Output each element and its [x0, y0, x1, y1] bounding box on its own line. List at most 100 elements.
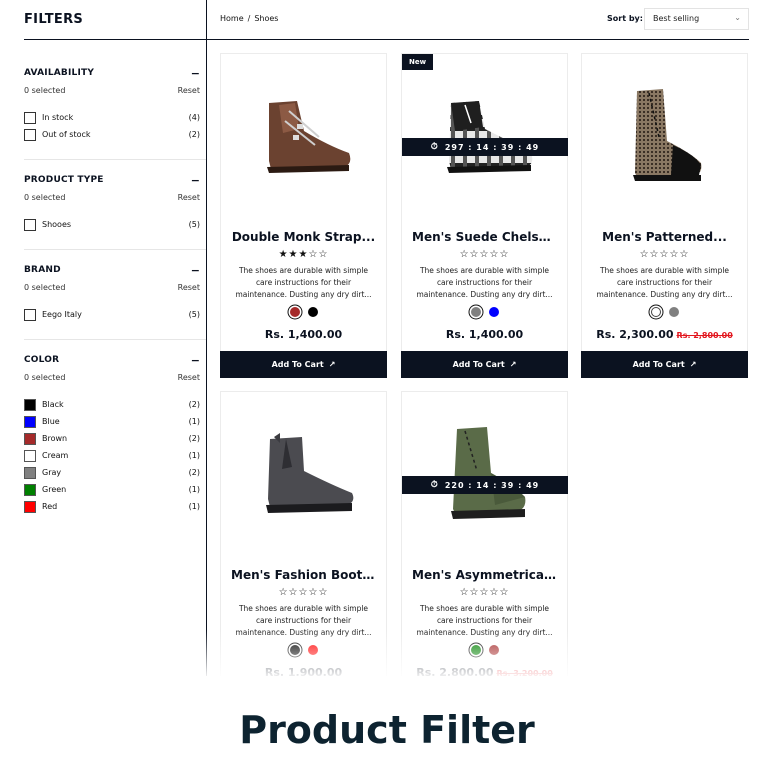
add-to-cart-button[interactable]: Add To Cart ↗ — [581, 351, 748, 378]
breadcrumb-home[interactable]: Home — [220, 14, 244, 23]
collapse-minus-icon[interactable]: − — [191, 265, 200, 276]
checkbox[interactable] — [24, 218, 36, 231]
product-image[interactable] — [221, 392, 386, 560]
stopwatch-icon: ⏱ — [430, 142, 439, 152]
collapse-minus-icon[interactable]: − — [191, 355, 200, 366]
section-divider — [24, 249, 206, 250]
color-variant-swatch[interactable] — [668, 307, 679, 317]
color-swatch[interactable] — [24, 398, 36, 411]
color-swatch[interactable] — [24, 415, 36, 428]
option-label: In stock — [42, 113, 74, 122]
chevron-down-icon: ⌄ — [734, 13, 741, 22]
color-swatch[interactable] — [24, 500, 36, 513]
selected-count: 0 selected — [24, 373, 66, 382]
option-count: (4) — [188, 113, 200, 122]
add-to-cart-button[interactable]: Add To Cart ↗ — [401, 351, 568, 378]
timer-value: 220 : 14 : 39 : 49 — [444, 480, 540, 490]
product-card[interactable]: Men's Patterned... ☆☆☆☆☆ The shoes are dur… — [581, 53, 748, 378]
collapse-minus-icon[interactable]: − — [191, 175, 200, 186]
reset-link[interactable]: Reset — [178, 86, 200, 95]
header-divider — [207, 39, 749, 40]
color-swatch[interactable] — [24, 483, 36, 496]
star-rating: ☆☆☆☆☆ — [459, 587, 510, 598]
checkbox[interactable] — [24, 308, 36, 321]
filters-divider — [24, 39, 206, 40]
option-count: (1) — [188, 502, 200, 511]
filter-option-out-of-stock[interactable]: Out of stock (2) — [24, 126, 200, 143]
color-swatch[interactable] — [24, 466, 36, 479]
filter-option-red[interactable]: Red (1) — [24, 498, 200, 515]
bottom-fade — [0, 630, 774, 676]
filter-option-gray[interactable]: Gray (2) — [24, 464, 200, 481]
option-label: Blue — [42, 417, 60, 426]
product-name[interactable]: Men's Fashion Boots i... — [221, 568, 386, 582]
price: Rs. 1,400.00 — [221, 328, 386, 341]
checkbox[interactable] — [24, 128, 36, 141]
option-label: Gray — [42, 468, 62, 477]
star-rating: ☆☆☆☆☆ — [639, 249, 690, 260]
product-description: The shoes are durable with simple care i… — [235, 266, 372, 299]
option-count: (2) — [188, 400, 200, 409]
filter-option-brown[interactable]: Brown (2) — [24, 430, 200, 447]
option-label: Green — [42, 485, 67, 494]
selected-count: 0 selected — [24, 86, 66, 95]
option-label: Eego Italy — [42, 310, 82, 319]
section-title: BRAND — [24, 265, 61, 275]
filter-section-availability: AVAILABILITY − 0 selected Reset In stock… — [24, 66, 200, 143]
product-image[interactable] — [221, 54, 386, 222]
star-rating: ☆☆☆☆☆ — [278, 587, 329, 598]
color-variants — [221, 307, 386, 317]
filter-option-in-stock[interactable]: In stock (4) — [24, 109, 200, 126]
countdown-timer: ⏱ 297 : 14 : 39 : 49 — [402, 138, 568, 156]
color-variant-swatch[interactable] — [307, 307, 318, 317]
option-label: Black — [42, 400, 64, 409]
add-to-cart-label: Add To Cart — [632, 360, 685, 369]
price: Rs. 1,400.00 — [402, 328, 567, 341]
option-count: (2) — [188, 130, 200, 139]
sort-select[interactable]: Best selling ⌄ — [644, 8, 749, 30]
selected-count: 0 selected — [24, 193, 66, 202]
checkbox[interactable] — [24, 111, 36, 124]
reset-link[interactable]: Reset — [178, 193, 200, 202]
option-count: (1) — [188, 417, 200, 426]
color-variant-swatch[interactable] — [650, 307, 661, 317]
product-card[interactable]: New ⏱ 297 : 14 : 39 : 49 Men's Suede Chelse… — [401, 53, 568, 378]
section-divider — [24, 339, 206, 340]
reset-link[interactable]: Reset — [178, 283, 200, 292]
sort-label: Sort by: — [607, 14, 643, 23]
filter-option-eego-italy[interactable]: Eego Italy (5) — [24, 306, 200, 323]
color-variant-swatch[interactable] — [470, 307, 481, 317]
filter-section-product-type: PRODUCT TYPE − 0 selected Reset Shooes (… — [24, 173, 200, 233]
product-name[interactable]: Men's Asymmetrical... — [402, 568, 567, 582]
color-variant-swatch[interactable] — [488, 307, 499, 317]
reset-link[interactable]: Reset — [178, 373, 200, 382]
filter-option-cream[interactable]: Cream (1) — [24, 447, 200, 464]
product-image[interactable] — [582, 54, 747, 222]
filter-option-green[interactable]: Green (1) — [24, 481, 200, 498]
filter-section-brand: BRAND − 0 selected Reset Eego Italy (5) — [24, 263, 200, 323]
filter-option-black[interactable]: Black (2) — [24, 396, 200, 413]
option-label: Out of stock — [42, 130, 91, 139]
arrow-up-right-icon: ↗ — [509, 360, 517, 369]
filter-option-blue[interactable]: Blue (1) — [24, 413, 200, 430]
section-title: PRODUCT TYPE — [24, 175, 104, 185]
color-variant-swatch[interactable] — [289, 307, 300, 317]
price: Rs. 2,300.00 Rs. 2,800.00 — [582, 328, 747, 341]
product-name[interactable]: Men's Suede Chelsea.. — [402, 230, 567, 244]
option-label: Brown — [42, 434, 68, 443]
add-to-cart-button[interactable]: Add To Cart ↗ — [220, 351, 387, 378]
color-swatch[interactable] — [24, 432, 36, 445]
current-price: Rs. 2,300.00 — [596, 328, 674, 341]
stopwatch-icon: ⏱ — [430, 480, 439, 490]
color-variants — [582, 307, 747, 317]
product-name[interactable]: Double Monk Strap... — [221, 230, 386, 244]
collapse-minus-icon[interactable]: − — [191, 68, 200, 79]
option-count: (2) — [188, 468, 200, 477]
color-swatch[interactable] — [24, 449, 36, 462]
section-title: AVAILABILITY — [24, 68, 95, 78]
filter-option-shooes[interactable]: Shooes (5) — [24, 216, 200, 233]
product-name[interactable]: Men's Patterned... — [582, 230, 747, 244]
add-to-cart-label: Add To Cart — [271, 360, 324, 369]
breadcrumb-current: Shoes — [254, 14, 279, 23]
product-card[interactable]: Double Monk Strap... ★★★☆☆ The shoes are d… — [220, 53, 387, 378]
